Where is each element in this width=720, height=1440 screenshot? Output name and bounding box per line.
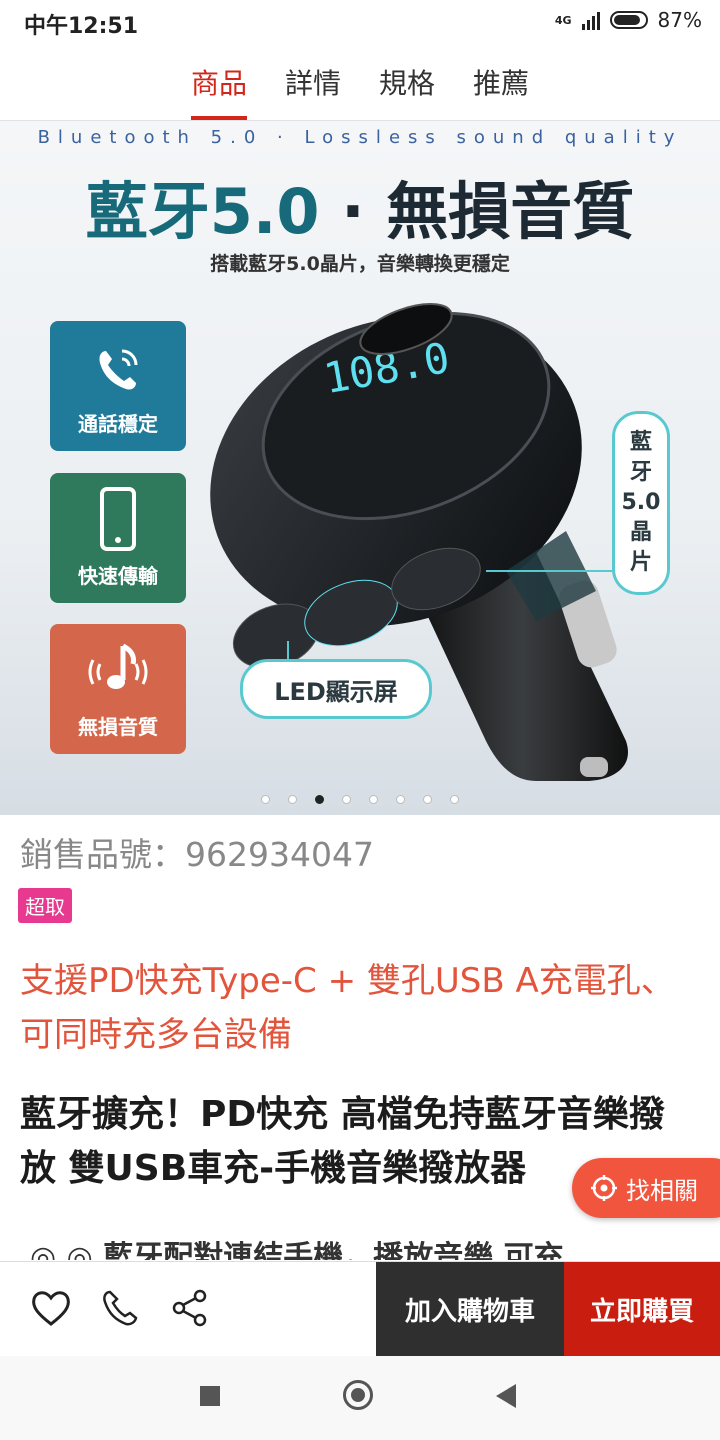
share-icon[interactable] (170, 1288, 210, 1328)
carousel-dot[interactable] (288, 795, 297, 804)
promo-text: 支援PD快充Type-C + 雙孔USB A充電孔、可同時充多台設備 (20, 961, 675, 1055)
feature-label: 通話穩定 (78, 412, 158, 436)
chip-callout-char: 藍 (629, 430, 652, 455)
buy-now-button[interactable]: 立即購買 (564, 1262, 720, 1356)
signal-icon (581, 10, 600, 30)
hero-title: 藍牙5.0 · 無損音質 (0, 161, 720, 251)
back-icon[interactable] (496, 1384, 516, 1408)
carousel-dot[interactable] (261, 795, 270, 804)
product-sku: 銷售品號：962934047 (20, 835, 374, 874)
product-description-peek: ◎ ◎ 藍牙配對連結手機，播放音樂 可充 (30, 1240, 564, 1260)
chip-callout-char: 5.0 (621, 490, 661, 515)
hero-title-sep: · (341, 175, 365, 248)
carousel-dot[interactable] (342, 795, 351, 804)
carousel-dot[interactable] (450, 795, 459, 804)
tab-product[interactable]: 商品 (190, 44, 247, 120)
status-time: 中午12:51 (24, 14, 139, 39)
network-type: 4G (554, 13, 572, 27)
carousel-dot[interactable] (315, 795, 324, 804)
music-note-icon (88, 643, 148, 689)
battery-percent: 87% (657, 8, 702, 32)
find-related-label: 找相關 (626, 1176, 698, 1205)
phone-icon[interactable] (100, 1288, 140, 1328)
phone-call-icon (99, 349, 138, 390)
tab-recommend[interactable]: 推薦 (473, 44, 529, 118)
status-indicators: 4G 87% (555, 8, 702, 32)
tab-details[interactable]: 詳情 (285, 44, 341, 118)
car-charger-image: 108.0 (210, 303, 628, 781)
bottom-action-bar: 加入購物車 立即購買 (0, 1261, 720, 1356)
feature-label: 快速傳輸 (78, 564, 158, 588)
carousel-dot[interactable] (396, 795, 405, 804)
carousel-dot[interactable] (369, 795, 378, 804)
battery-level (613, 15, 640, 25)
status-bar: 中午12:51 4G 87% (0, 0, 720, 44)
heart-icon[interactable] (30, 1288, 72, 1328)
carousel-dot[interactable] (423, 795, 432, 804)
system-nav-bar (0, 1356, 720, 1440)
led-callout: LED顯示屏 (240, 659, 432, 719)
product-image-carousel[interactable]: Bluetooth 5.0 · Lossless sound quality 藍… (0, 121, 720, 815)
home-icon[interactable] (343, 1380, 373, 1410)
tab-specs[interactable]: 規格 (379, 44, 435, 118)
chip-callout-char: 晶 (629, 520, 652, 545)
hero-description: 搭載藍牙5.0晶片，音樂轉換更穩定 (210, 253, 510, 275)
hero-title-part1: 藍牙5.0 (85, 175, 320, 248)
target-icon (591, 1175, 617, 1201)
carousel-dots[interactable] (0, 795, 720, 804)
chip-callout-char: 牙 (629, 460, 652, 485)
feature-card-audio: 無損音質 (50, 624, 186, 754)
smartphone-icon (100, 487, 136, 551)
chip-callout: 藍 牙 5.0 晶 片 (612, 411, 670, 595)
add-to-cart-button[interactable]: 加入購物車 (376, 1262, 564, 1356)
battery-icon (609, 11, 648, 29)
find-related-button[interactable]: 找相關 (572, 1158, 720, 1218)
pickup-badge: 超取 (18, 888, 72, 923)
feature-card-transfer: 快速傳輸 (50, 473, 186, 603)
product-tabs: 商品 詳情 規格 推薦 (0, 44, 720, 121)
chip-callout-char: 片 (629, 550, 652, 575)
feature-card-call: 通話穩定 (50, 321, 186, 451)
feature-label: 無損音質 (78, 715, 158, 739)
recents-icon[interactable] (200, 1386, 220, 1406)
hero-title-part2: 無損音質 (386, 175, 635, 248)
hero-subtitle: Bluetooth 5.0 · Lossless sound quality (37, 127, 683, 148)
